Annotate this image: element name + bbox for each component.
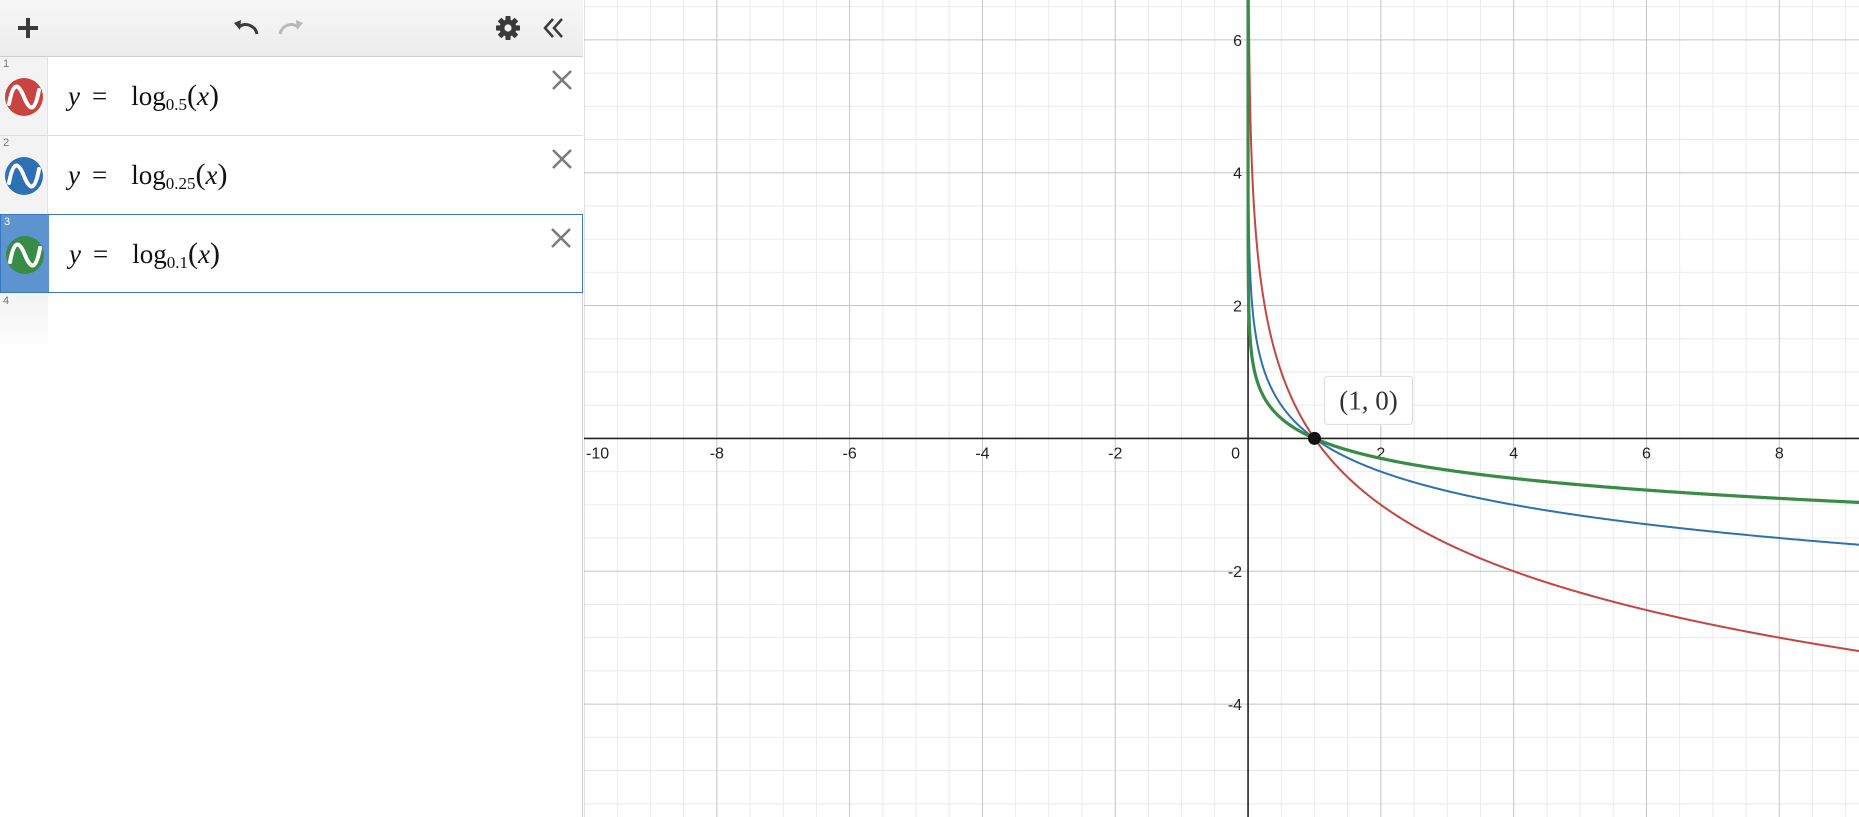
- formula-paren: ): [217, 158, 228, 191]
- formula-equals: =: [92, 239, 109, 269]
- formula-lhs: y: [68, 160, 80, 190]
- formula-base: 0.1: [166, 253, 188, 272]
- expression-tab: 2: [0, 136, 48, 214]
- formula-equals: =: [91, 81, 108, 111]
- expression-tab: 3: [1, 215, 49, 292]
- x-tick-label: -6: [843, 445, 857, 462]
- expression-formula[interactable]: y = log0.1(x): [69, 237, 220, 272]
- expression-index: 1: [3, 58, 10, 70]
- expression-formula[interactable]: y = log0.25(x): [68, 158, 228, 193]
- formula-arg: x: [205, 160, 218, 190]
- expression-panel: 1 y = log0.5(x) 2 y = log0.25(x) 3 y = l…: [0, 0, 583, 817]
- add-item-button[interactable]: [10, 10, 46, 46]
- new-expression-row[interactable]: 4: [0, 293, 48, 353]
- expression-index: 2: [3, 137, 10, 149]
- wave-icon[interactable]: [4, 77, 44, 117]
- delete-expression-button[interactable]: [546, 223, 576, 253]
- formula-paren: ): [208, 79, 219, 112]
- delete-expression-button[interactable]: [547, 65, 577, 95]
- formula-paren: (: [195, 158, 206, 191]
- x-tick-label: 0: [1231, 445, 1240, 462]
- formula-func: log: [131, 160, 166, 190]
- delete-expression-button[interactable]: [547, 144, 577, 174]
- point-label: (1, 0): [1339, 385, 1397, 415]
- expression-toolbar: [0, 0, 583, 57]
- x-tick-label: -4: [975, 445, 989, 462]
- close-icon: [551, 228, 571, 248]
- formula-func: log: [131, 81, 166, 111]
- tick-labels: -10 -8 -6 -4 -2 0 2 4 6 8642-2-4: [586, 33, 1784, 714]
- formula-arg: x: [196, 81, 209, 111]
- plus-icon: [18, 18, 38, 38]
- formula-paren: ): [209, 237, 220, 270]
- close-icon: [552, 70, 572, 90]
- undo-button[interactable]: [228, 10, 264, 46]
- expression-index: 3: [4, 216, 11, 228]
- formula-lhs: y: [68, 81, 80, 111]
- y-tick-label: -4: [1228, 697, 1242, 714]
- expression-formula[interactable]: y = log0.5(x): [68, 79, 219, 114]
- axes: [584, 0, 1859, 817]
- formula-base: 0.25: [165, 174, 196, 193]
- wave-icon[interactable]: [5, 235, 45, 275]
- close-icon: [552, 149, 572, 169]
- y-tick-label: -2: [1228, 564, 1242, 581]
- x-tick-label: -2: [1108, 445, 1122, 462]
- formula-func: log: [132, 239, 167, 269]
- curve-log-0.1: [1246, 0, 1859, 505]
- graph-canvas[interactable]: -10 -8 -6 -4 -2 0 2 4 6 8642-2-4 (1, 0): [584, 0, 1859, 817]
- point-layer: (1, 0): [1307, 375, 1413, 445]
- settings-button[interactable]: [490, 10, 526, 46]
- expression-index: 4: [3, 295, 10, 307]
- formula-paren: (: [187, 237, 198, 270]
- formula-equals: =: [91, 160, 108, 190]
- y-tick-label: 6: [1233, 33, 1242, 50]
- expression-row-2[interactable]: 2 y = log0.25(x): [0, 136, 583, 215]
- x-tick-label: 4: [1509, 445, 1518, 462]
- point-marker: [1307, 431, 1321, 445]
- formula-paren: (: [186, 79, 197, 112]
- x-tick-label: -8: [710, 445, 724, 462]
- major-grid: [584, 0, 1859, 817]
- formula-lhs: y: [69, 239, 81, 269]
- expression-tab: 1: [0, 57, 48, 135]
- undo-icon: [234, 20, 259, 35]
- expression-row-3[interactable]: 3 y = log0.1(x): [0, 214, 583, 293]
- redo-button[interactable]: [273, 10, 309, 46]
- minor-grid: [584, 0, 1859, 817]
- graph-paper[interactable]: -10 -8 -6 -4 -2 0 2 4 6 8 6 4 2 -2 -4 (1, 0): [584, 0, 1859, 817]
- formula-arg: x: [197, 239, 210, 269]
- x-tick-label: 6: [1642, 445, 1651, 462]
- curve-log-0.5: [1247, 0, 1859, 653]
- redo-icon: [278, 20, 303, 35]
- curves: [1246, 0, 1859, 653]
- gear-icon: [496, 16, 520, 40]
- collapse-panel-button[interactable]: [535, 10, 571, 46]
- x-tick-label: 8: [1775, 445, 1784, 462]
- y-tick-label: 2: [1233, 299, 1242, 316]
- expression-row-1[interactable]: 1 y = log0.5(x): [0, 57, 583, 136]
- wave-icon[interactable]: [4, 156, 44, 196]
- y-tick-label: 4: [1233, 166, 1242, 183]
- formula-base: 0.5: [165, 95, 187, 114]
- x-tick-label: -10: [586, 445, 609, 462]
- double-chevron-left-icon: [543, 18, 563, 38]
